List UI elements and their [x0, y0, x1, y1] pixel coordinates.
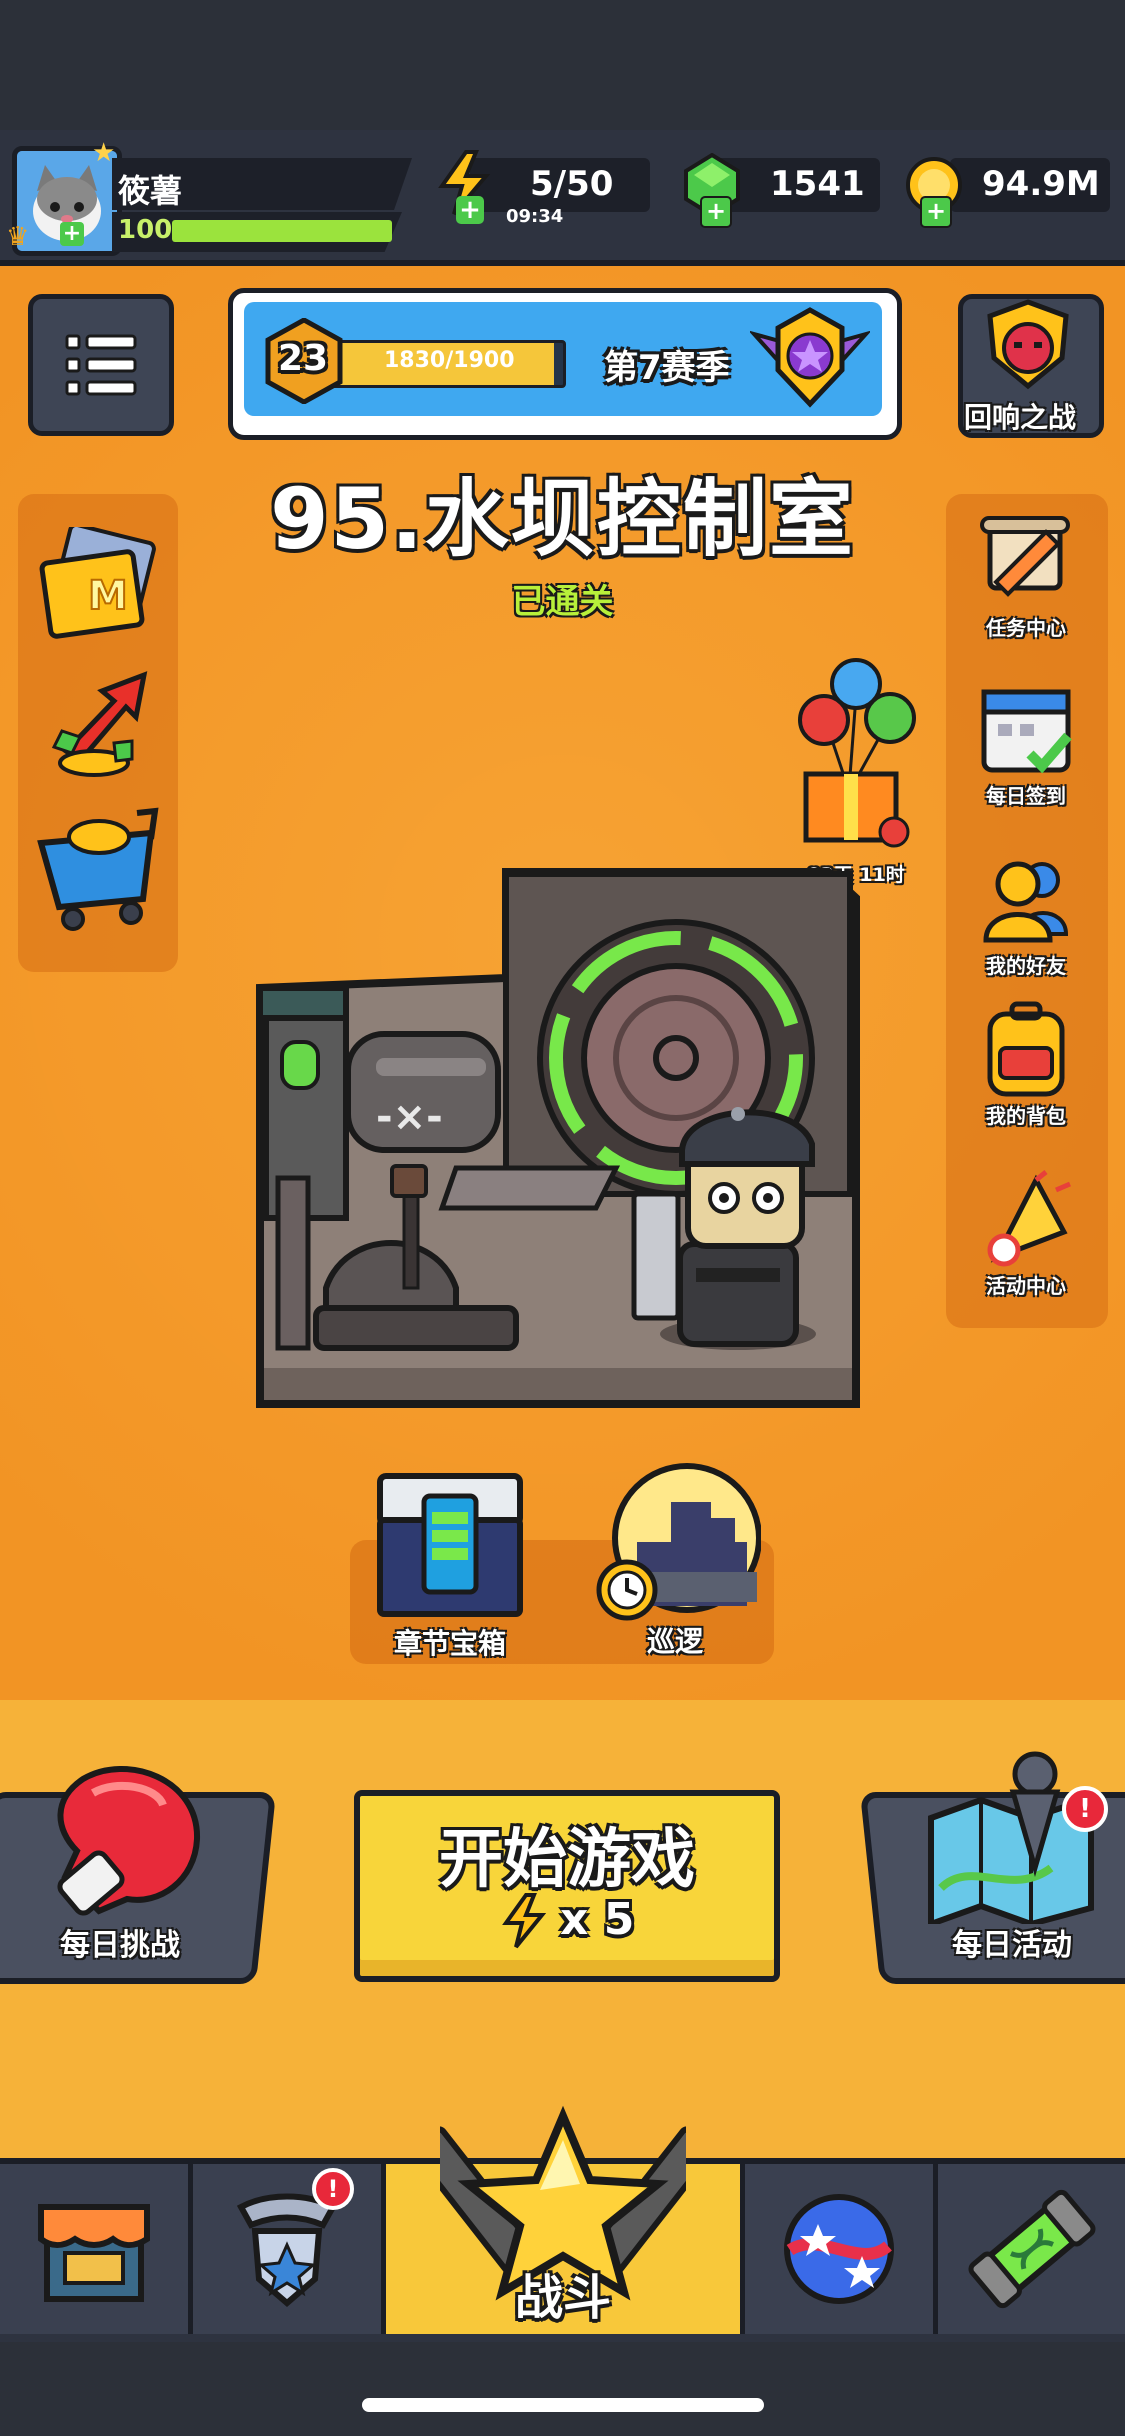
start-energy-icon — [500, 1892, 548, 1950]
shop-stall-icon — [38, 2204, 150, 2302]
right-menu-item-1[interactable]: 任务中心 — [960, 512, 1092, 642]
energy-add-icon[interactable]: + — [456, 196, 484, 224]
dam-control-room-scene-icon: -×- — [256, 866, 860, 1408]
stage-scene[interactable]: -×- — [256, 866, 860, 1420]
season-emblem-icon — [750, 304, 870, 412]
tab-equipment[interactable] — [193, 2164, 386, 2334]
chapter-chest-icon — [377, 1473, 523, 1617]
tab-gene[interactable] — [938, 2164, 1125, 2334]
gene-capsule-icon — [968, 2189, 1095, 2309]
menu-list-icon — [65, 334, 137, 396]
shop-cart-button[interactable] — [30, 800, 166, 936]
energy-timer: 09:34 — [506, 206, 564, 227]
balloon-gift-icon — [798, 658, 916, 848]
patrol-label: 巡逻 — [646, 1625, 703, 1658]
tab-shop[interactable] — [0, 2164, 193, 2334]
calendar-checkin-icon — [981, 689, 1072, 774]
growth-fund-button[interactable] — [34, 660, 162, 786]
player-xp-bar — [172, 220, 392, 242]
monthly-card-button[interactable]: M — [34, 526, 162, 644]
task-scroll-icon — [980, 516, 1070, 597]
patrol-button[interactable] — [588, 1460, 764, 1624]
daily-event-alert-icon: ! — [1062, 1786, 1108, 1832]
home-indicator — [362, 2398, 764, 2412]
daily-event-label: 每日活动 — [952, 1928, 1072, 1963]
season-label: 第7赛季 — [604, 348, 730, 388]
gems-add-icon[interactable]: + — [700, 196, 732, 228]
tab-battle-label: 战斗 — [514, 2270, 611, 2326]
right-menu-label: 任务中心 — [986, 616, 1066, 640]
friends-icon — [983, 861, 1069, 943]
monthly-card-icon: M — [39, 527, 156, 639]
right-menu-item-2[interactable]: 每日签到 — [960, 680, 1092, 810]
coins-add-icon[interactable]: + — [920, 196, 952, 228]
limited-gift-button[interactable] — [784, 656, 924, 852]
right-menu-label: 我的背包 — [986, 1104, 1066, 1128]
crown-icon: ♛ — [6, 222, 30, 252]
talent-orb-icon — [784, 2194, 894, 2304]
echo-battle-label: 回响之战 — [964, 401, 1077, 434]
right-menu-label: 活动中心 — [986, 1274, 1066, 1298]
player-name: 筱薯 — [118, 172, 183, 210]
backpack-icon — [987, 1001, 1065, 1097]
patrol-city-icon — [596, 1463, 761, 1621]
player-level: 100 — [118, 215, 173, 245]
svg-text:M: M — [88, 573, 128, 619]
start-game-cost: x 5 — [560, 1894, 635, 1945]
gems-value: 1541 — [770, 164, 865, 204]
season-rank: 23 — [278, 338, 329, 379]
right-menu-label: 我的好友 — [986, 954, 1066, 978]
boxing-glove-icon — [44, 1756, 220, 1926]
vip-star-icon: ★ — [92, 138, 116, 168]
equipment-alert-icon: ! — [312, 2168, 354, 2210]
level-up-icon: + — [60, 222, 84, 246]
svg-text:-×-: -×- — [376, 1094, 443, 1140]
chapter-chest-label: 章节宝箱 — [393, 1627, 506, 1660]
map-pin-icon — [918, 1746, 1108, 1926]
right-menu-label: 每日签到 — [986, 784, 1066, 808]
right-menu-item-4[interactable]: 我的背包 — [960, 1000, 1092, 1130]
coins-value: 94.9M — [982, 164, 1100, 204]
right-menu-item-5[interactable]: 活动中心 — [960, 1170, 1092, 1300]
echo-battle-icon — [980, 296, 1076, 392]
right-menu-item-3[interactable]: 我的好友 — [960, 850, 1092, 980]
season-progress-text: 1830/1900 — [384, 348, 515, 373]
start-game-label: 开始游戏 — [439, 1823, 695, 1897]
menu-button[interactable] — [28, 294, 174, 436]
growth-fund-icon — [51, 671, 148, 777]
shop-cart-icon — [37, 807, 159, 931]
party-horn-icon — [987, 1170, 1071, 1267]
daily-challenge-label: 每日挑战 — [60, 1928, 180, 1963]
tab-talent[interactable] — [745, 2164, 938, 2334]
energy-value: 5/50 — [530, 164, 614, 204]
chapter-chest-button[interactable] — [370, 1466, 530, 1624]
